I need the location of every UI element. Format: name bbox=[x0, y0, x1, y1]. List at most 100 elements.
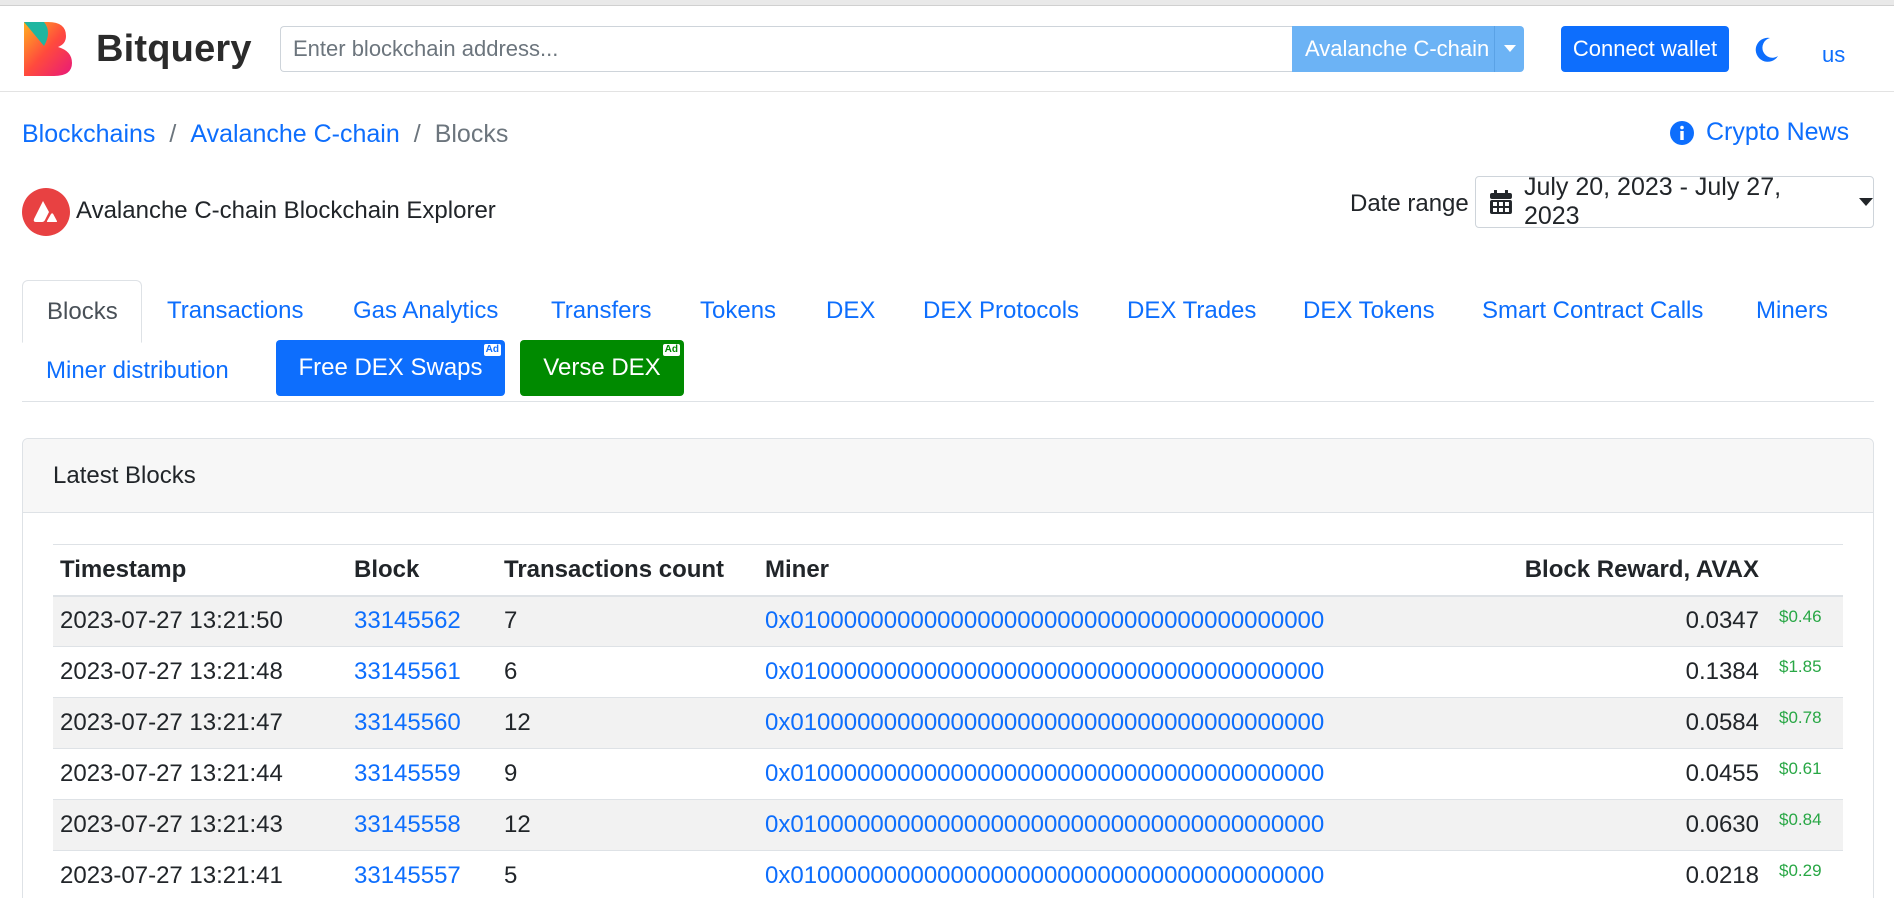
tab-blocks[interactable]: Blocks bbox=[22, 280, 142, 343]
reward-cell: 0.0584 bbox=[1514, 697, 1759, 749]
miner-link[interactable]: 0x01000000000000000000000000000000000000… bbox=[758, 697, 1514, 749]
timestamp-cell: 2023-07-27 13:21:44 bbox=[53, 748, 347, 800]
tab-transactions[interactable]: Transactions bbox=[167, 297, 304, 325]
reward-cell: 0.0347 bbox=[1514, 595, 1759, 647]
miner-link[interactable]: 0x01000000000000000000000000000000000000… bbox=[758, 799, 1514, 851]
reward-usd-cell: $1.85 bbox=[1759, 646, 1843, 698]
reward-usd-cell: $0.46 bbox=[1759, 595, 1843, 647]
miner-link[interactable]: 0x01000000000000000000000000000000000000… bbox=[758, 646, 1514, 698]
tx-count-cell: 12 bbox=[497, 697, 758, 749]
info-circle-icon bbox=[1670, 120, 1694, 145]
card-header: Latest Blocks bbox=[23, 439, 1873, 513]
col-header-usd bbox=[1759, 545, 1843, 596]
language-selector[interactable]: us bbox=[1822, 42, 1845, 68]
timestamp-cell: 2023-07-27 13:21:48 bbox=[53, 646, 347, 698]
col-header-tx-count[interactable]: Transactions count bbox=[497, 545, 758, 596]
tx-count-cell: 5 bbox=[497, 850, 758, 898]
reward-usd-cell: $0.29 bbox=[1759, 850, 1843, 898]
brand-name[interactable]: Bitquery bbox=[96, 28, 252, 71]
block-link[interactable]: 33145560 bbox=[347, 697, 497, 749]
free-dex-swaps-label: Free DEX Swaps bbox=[298, 354, 483, 381]
tab-gas-analytics[interactable]: Gas Analytics bbox=[353, 297, 498, 325]
verse-dex-label: Verse DEX bbox=[543, 354, 661, 381]
caret-down-icon bbox=[1503, 45, 1516, 52]
card-title: Latest Blocks bbox=[53, 461, 196, 489]
col-header-timestamp[interactable]: Timestamp bbox=[53, 545, 347, 596]
table-row: 2023-07-27 13:21:41 33145557 5 0x0100000… bbox=[53, 850, 1843, 898]
table-header-row: Timestamp Block Transactions count Miner… bbox=[53, 544, 1843, 596]
col-header-block-reward[interactable]: Block Reward, AVAX bbox=[1514, 545, 1759, 596]
reward-usd-cell: $0.84 bbox=[1759, 799, 1843, 851]
explorer-title: Avalanche C-chain Blockchain Explorer bbox=[76, 197, 496, 224]
table-row: 2023-07-27 13:21:44 33145559 9 0x0100000… bbox=[53, 748, 1843, 800]
crypto-news-link[interactable]: Crypto News bbox=[1670, 118, 1849, 147]
table-row: 2023-07-27 13:21:50 33145562 7 0x0100000… bbox=[53, 595, 1843, 647]
tx-count-cell: 6 bbox=[497, 646, 758, 698]
table-row: 2023-07-27 13:21:48 33145561 6 0x0100000… bbox=[53, 646, 1843, 698]
tab-tokens[interactable]: Tokens bbox=[700, 297, 776, 325]
avalanche-logo-icon bbox=[22, 188, 70, 236]
date-range-label: Date range bbox=[1350, 190, 1469, 217]
reward-cell: 0.0630 bbox=[1514, 799, 1759, 851]
connect-wallet-button[interactable]: Connect wallet bbox=[1561, 26, 1729, 72]
latest-blocks-card: Latest Blocks Timestamp Block Transactio… bbox=[22, 438, 1874, 898]
tab-dex-protocols[interactable]: DEX Protocols bbox=[923, 297, 1079, 325]
reward-usd-cell: $0.78 bbox=[1759, 697, 1843, 749]
miner-link[interactable]: 0x01000000000000000000000000000000000000… bbox=[758, 595, 1514, 647]
miner-link[interactable]: 0x01000000000000000000000000000000000000… bbox=[758, 748, 1514, 800]
site-header: Bitquery Avalanche C-chain Connect walle… bbox=[0, 6, 1894, 92]
tabs-divider bbox=[22, 401, 1874, 402]
reward-usd-cell: $0.61 bbox=[1759, 748, 1843, 800]
caret-down-icon bbox=[1859, 198, 1873, 206]
breadcrumb-separator: / bbox=[413, 120, 421, 148]
timestamp-cell: 2023-07-27 13:21:47 bbox=[53, 697, 347, 749]
timestamp-cell: 2023-07-27 13:21:50 bbox=[53, 595, 347, 647]
free-dex-swaps-button[interactable]: Free DEX Swaps Ad bbox=[276, 340, 505, 396]
block-link[interactable]: 33145561 bbox=[347, 646, 497, 698]
block-link[interactable]: 33145557 bbox=[347, 850, 497, 898]
tx-count-cell: 12 bbox=[497, 799, 758, 851]
breadcrumb-current: Blocks bbox=[434, 120, 509, 148]
block-link[interactable]: 33145562 bbox=[347, 595, 497, 647]
tx-count-cell: 7 bbox=[497, 595, 758, 647]
breadcrumb-avalanche[interactable]: Avalanche C-chain bbox=[190, 120, 399, 149]
calendar-icon bbox=[1490, 190, 1512, 214]
address-search-input[interactable] bbox=[280, 26, 1292, 72]
tab-smart-contract-calls[interactable]: Smart Contract Calls bbox=[1482, 297, 1703, 325]
bitquery-logo-icon[interactable] bbox=[22, 18, 74, 78]
block-link[interactable]: 33145559 bbox=[347, 748, 497, 800]
tab-transfers[interactable]: Transfers bbox=[551, 297, 651, 325]
connect-wallet-label: Connect wallet bbox=[1572, 36, 1718, 61]
timestamp-cell: 2023-07-27 13:21:43 bbox=[53, 799, 347, 851]
ad-badge: Ad bbox=[662, 344, 680, 356]
chain-select-button[interactable]: Avalanche C-chain bbox=[1292, 26, 1494, 72]
reward-cell: 0.0218 bbox=[1514, 850, 1759, 898]
tab-dex[interactable]: DEX bbox=[826, 297, 875, 325]
date-range-value: July 20, 2023 - July 27, 2023 bbox=[1523, 173, 1782, 230]
tab-miner-distribution[interactable]: Miner distribution bbox=[46, 357, 229, 385]
table-row: 2023-07-27 13:21:47 33145560 12 0x010000… bbox=[53, 697, 1843, 749]
timestamp-cell: 2023-07-27 13:21:41 bbox=[53, 850, 347, 898]
tab-miners[interactable]: Miners bbox=[1756, 297, 1828, 325]
block-link[interactable]: 33145558 bbox=[347, 799, 497, 851]
chain-dropdown-toggle[interactable] bbox=[1494, 26, 1524, 72]
col-header-block[interactable]: Block bbox=[347, 545, 497, 596]
date-range-picker[interactable]: July 20, 2023 - July 27, 2023 bbox=[1475, 173, 1874, 230]
breadcrumb: Blockchains / Avalanche C-chain / Blocks bbox=[22, 120, 508, 149]
breadcrumb-separator: / bbox=[169, 120, 177, 148]
chain-select-label: Avalanche C-chain bbox=[1305, 36, 1490, 61]
tx-count-cell: 9 bbox=[497, 748, 758, 800]
ad-badge: Ad bbox=[483, 344, 501, 356]
breadcrumb-blockchains[interactable]: Blockchains bbox=[22, 120, 155, 149]
tab-dex-tokens[interactable]: DEX Tokens bbox=[1303, 297, 1435, 325]
crypto-news-label: Crypto News bbox=[1706, 118, 1850, 146]
tab-dex-trades[interactable]: DEX Trades bbox=[1127, 297, 1256, 325]
blocks-table: Timestamp Block Transactions count Miner… bbox=[53, 544, 1843, 898]
col-header-miner[interactable]: Miner bbox=[758, 545, 1514, 596]
miner-link[interactable]: 0x01000000000000000000000000000000000000… bbox=[758, 850, 1514, 898]
verse-dex-button[interactable]: Verse DEX Ad bbox=[520, 340, 684, 396]
table-row: 2023-07-27 13:21:43 33145558 12 0x010000… bbox=[53, 799, 1843, 851]
reward-cell: 0.0455 bbox=[1514, 748, 1759, 800]
reward-cell: 0.1384 bbox=[1514, 646, 1759, 698]
dark-mode-moon-icon[interactable] bbox=[1752, 36, 1780, 64]
